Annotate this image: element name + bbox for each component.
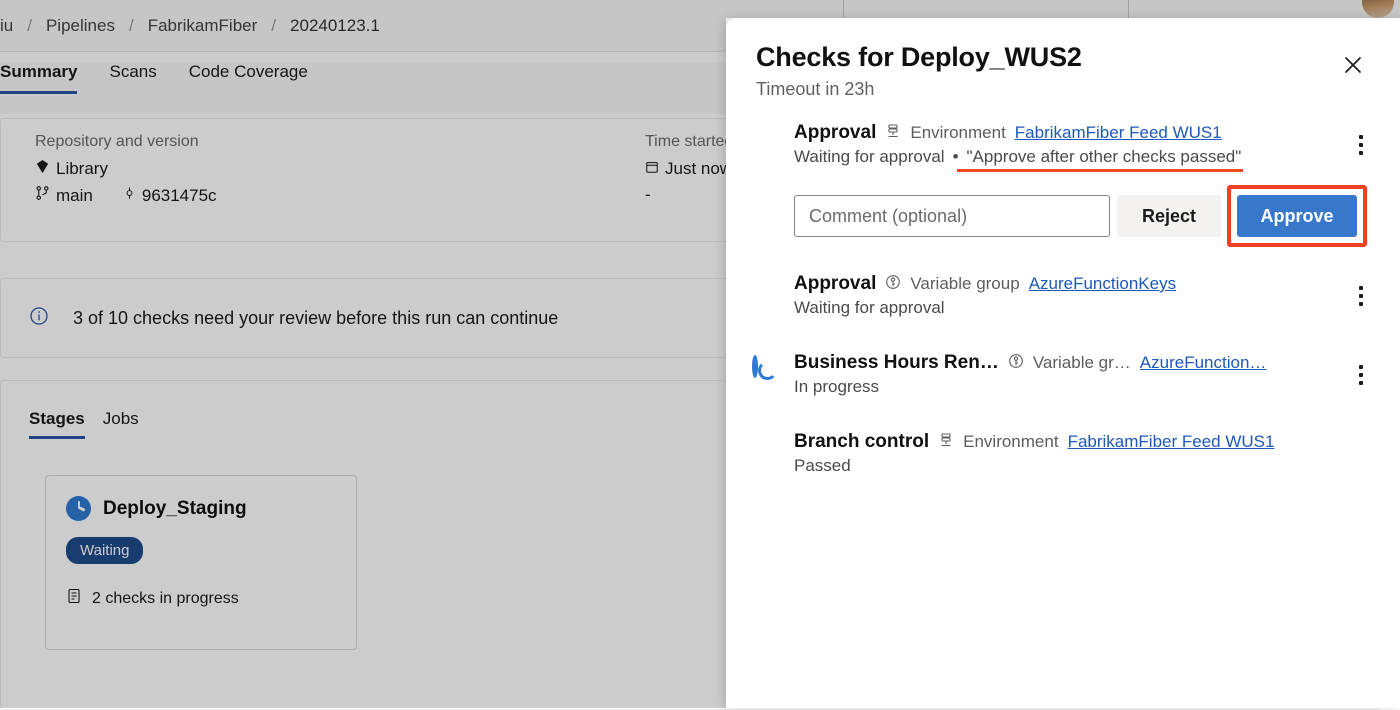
kebab-menu-icon[interactable]: [1348, 360, 1374, 390]
tab-jobs[interactable]: Jobs: [103, 409, 157, 439]
check-item: Branch control Environment FabrikamFiber…: [752, 431, 1374, 476]
breadcrumb-separator: /: [13, 16, 46, 36]
repository-label: Repository and version: [35, 133, 645, 151]
check-status-icon-wrap: [752, 352, 794, 397]
check-name: Business Hours Ren…: [794, 352, 999, 374]
tab-stages[interactable]: Stages: [29, 409, 103, 439]
variable-group-icon: [1008, 353, 1024, 374]
avatar[interactable]: [1362, 0, 1394, 18]
kebab-menu-icon[interactable]: [1348, 130, 1374, 160]
info-banner-text: 3 of 10 checks need your review before t…: [73, 308, 558, 329]
check-item: Approval Variable group AzureFunctionKey…: [752, 273, 1374, 318]
check-name: Branch control: [794, 431, 929, 453]
repository-name[interactable]: Library: [56, 159, 108, 179]
stage-checks-row[interactable]: 2 checks in progress: [66, 588, 336, 609]
reject-button[interactable]: Reject: [1117, 195, 1221, 237]
repository-row: Library: [35, 159, 645, 179]
time-started-row: Just now: [645, 159, 733, 179]
breadcrumb-separator: /: [115, 16, 148, 36]
checklist-icon: [66, 588, 82, 609]
stage-name: Deploy_Staging: [103, 498, 247, 520]
check-item: Business Hours Ren… Variable gr… AzureFu…: [752, 352, 1374, 397]
breadcrumb-item-2[interactable]: FabrikamFiber: [148, 16, 258, 36]
panel-title: Checks for Deploy_WUS2: [756, 42, 1370, 73]
resource-type: Environment: [963, 432, 1058, 452]
check-status-row: Passed: [794, 456, 1374, 476]
kebab-menu-icon[interactable]: [1348, 281, 1374, 311]
panel-subtitle: Timeout in 23h: [756, 79, 1370, 100]
check-status-icon-wrap: [752, 431, 794, 476]
resource-link[interactable]: FabrikamFiber Feed WUS1: [1015, 123, 1222, 143]
approve-button[interactable]: Approve: [1237, 195, 1357, 237]
stage-title-row: Deploy_Staging: [66, 496, 336, 521]
info-circle-icon: [29, 306, 49, 331]
check-status-icon-wrap: [752, 122, 794, 167]
check-header-row: Business Hours Ren… Variable gr… AzureFu…: [794, 352, 1374, 374]
resource-type: Variable group: [910, 274, 1019, 294]
check-body: Business Hours Ren… Variable gr… AzureFu…: [794, 352, 1374, 397]
resource-link[interactable]: AzureFunction…: [1140, 353, 1267, 373]
branch-name[interactable]: main: [56, 186, 93, 206]
resource-type: Environment: [910, 123, 1005, 143]
header-divider: [843, 0, 844, 18]
elapsed-row: -: [645, 185, 733, 205]
check-status-row: In progress: [794, 377, 1374, 397]
elapsed-value: -: [645, 185, 651, 205]
tab-summary[interactable]: Summary: [0, 62, 93, 94]
checks-list: Approval Environment FabrikamFiber Feed …: [726, 122, 1400, 476]
stage-checks-text: 2 checks in progress: [92, 590, 239, 608]
check-status-row: Waiting for approval • "Approve after ot…: [794, 147, 1374, 167]
environment-icon: [938, 432, 954, 453]
tab-code-coverage[interactable]: Code Coverage: [173, 62, 324, 94]
variable-group-icon: [885, 274, 901, 295]
breadcrumb-item-3[interactable]: 20240123.1: [290, 16, 380, 36]
check-status: Waiting for approval: [794, 147, 945, 167]
check-header-row: Approval Environment FabrikamFiber Feed …: [794, 122, 1374, 144]
stage-card-deploy-staging[interactable]: Deploy_Staging Waiting 2 checks in progr…: [45, 475, 357, 650]
check-status: Waiting for approval: [794, 298, 945, 318]
azure-repos-icon: [35, 159, 50, 179]
branch-icon: [35, 185, 50, 206]
check-name: Approval: [794, 122, 876, 144]
check-name: Approval: [794, 273, 876, 295]
time-started-value: Just now: [665, 159, 732, 179]
check-body: Approval Variable group AzureFunctionKey…: [794, 273, 1374, 318]
clock-icon: [66, 496, 91, 521]
check-header-row: Branch control Environment FabrikamFiber…: [794, 431, 1374, 453]
status-badge: Waiting: [66, 537, 143, 564]
time-started-label: Time started: [645, 133, 733, 151]
check-status: Passed: [794, 456, 851, 476]
approval-actions: Reject Approve: [794, 185, 1374, 247]
tab-scans[interactable]: Scans: [93, 62, 172, 94]
resource-link[interactable]: AzureFunctionKeys: [1029, 274, 1176, 294]
check-header-row: Approval Variable group AzureFunctionKey…: [794, 273, 1374, 295]
environment-icon: [885, 123, 901, 144]
check-status-row: Waiting for approval: [794, 298, 1374, 318]
breadcrumb-item-1[interactable]: Pipelines: [46, 16, 115, 36]
calendar-icon: [645, 159, 659, 179]
approval-instruction: "Approve after other checks passed": [967, 147, 1242, 167]
comment-input[interactable]: [794, 195, 1110, 237]
commit-icon: [123, 185, 136, 206]
check-status: In progress: [794, 377, 879, 397]
in-progress-icon: [752, 355, 758, 378]
branch-commit-row: main 9631475c: [35, 185, 645, 206]
panel-header: Checks for Deploy_WUS2 Timeout in 23h: [726, 18, 1400, 100]
header-divider: [1128, 0, 1129, 18]
check-status-icon-wrap: [752, 273, 794, 318]
breadcrumb-separator: /: [257, 16, 290, 36]
check-item: Approval Environment FabrikamFiber Feed …: [752, 122, 1374, 167]
check-body: Approval Environment FabrikamFiber Feed …: [794, 122, 1374, 167]
resource-link[interactable]: FabrikamFiber Feed WUS1: [1068, 432, 1275, 452]
commit-sha[interactable]: 9631475c: [142, 186, 217, 206]
check-body: Branch control Environment FabrikamFiber…: [794, 431, 1374, 476]
checks-panel: Checks for Deploy_WUS2 Timeout in 23h Ap…: [726, 18, 1400, 708]
resource-type: Variable gr…: [1033, 353, 1131, 373]
close-icon[interactable]: [1332, 44, 1374, 86]
approve-highlight-box: Approve: [1227, 185, 1367, 247]
status-separator: •: [953, 147, 959, 167]
breadcrumb-item-0[interactable]: iu: [0, 16, 13, 36]
